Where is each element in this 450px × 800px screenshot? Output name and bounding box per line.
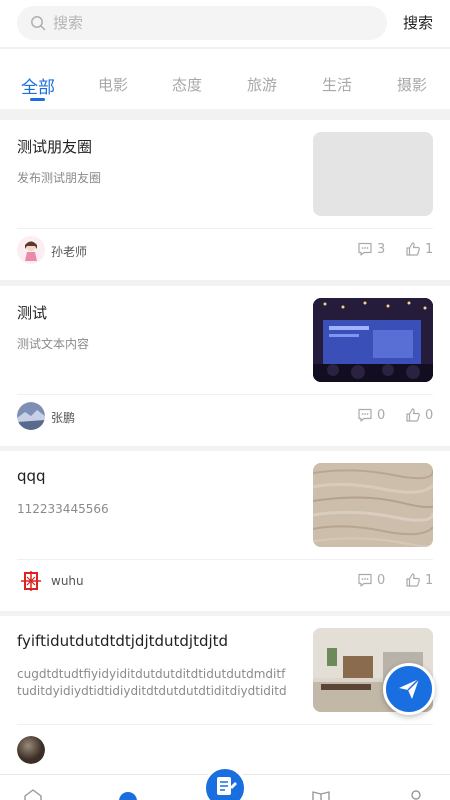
post-thumbnail[interactable] — [313, 298, 433, 382]
comment-count-value: 0 — [377, 408, 386, 423]
comment-icon — [358, 408, 372, 422]
like-count-value: 1 — [425, 242, 434, 257]
create-post-button[interactable] — [203, 766, 247, 800]
tab-photography[interactable]: 摄影 — [397, 74, 427, 95]
comment-count-value: 0 — [377, 573, 386, 588]
comment-icon — [358, 573, 372, 587]
like-icon — [406, 408, 420, 422]
post-description: 发布测试朋友圈 — [17, 171, 102, 185]
avatar[interactable] — [17, 736, 45, 764]
post-description: 测试文本内容 — [17, 337, 90, 351]
post-thumbnail[interactable] — [313, 463, 433, 547]
comment-count-value: 3 — [377, 242, 386, 257]
like-count-value: 0 — [425, 408, 434, 423]
post-card[interactable]: fyiftidutdutdtdtjdjtdutdjtdjtd cugdtdtud… — [0, 616, 450, 774]
post-description: cugdtdtudtfiyidyiditdutdutditdtidutdutdm… — [17, 667, 287, 698]
avatar[interactable] — [17, 402, 45, 430]
divider — [17, 724, 433, 725]
avatar[interactable] — [17, 567, 45, 595]
author-name[interactable]: 孙老师 — [51, 243, 87, 260]
like-icon — [406, 573, 420, 587]
post-title: 测试朋友圈 — [17, 138, 93, 156]
post-card[interactable]: 测试朋友圈 发布测试朋友圈 孙老师 3 1 — [0, 120, 450, 280]
search-icon — [31, 16, 46, 31]
tab-attitude[interactable]: 态度 — [172, 74, 202, 95]
divider — [17, 228, 433, 229]
send-icon — [399, 678, 420, 699]
category-tabs: 全部 电影 态度 旅游 生活 摄影 — [0, 49, 450, 109]
post-description: 112233445566 — [17, 502, 109, 516]
post-title: 测试 — [17, 304, 48, 322]
edit-icon — [217, 777, 237, 795]
publish-fab[interactable] — [383, 663, 435, 715]
divider — [17, 394, 433, 395]
post-title: qqq — [17, 467, 46, 485]
divider — [17, 559, 433, 560]
tab-all[interactable]: 全部 — [21, 73, 55, 98]
discover-icon[interactable] — [118, 789, 138, 800]
search-button[interactable]: 搜索 — [403, 12, 433, 33]
top-bar: 搜索 — [0, 0, 450, 48]
search-input[interactable] — [53, 6, 373, 40]
search-box[interactable] — [17, 6, 387, 40]
tab-travel[interactable]: 旅游 — [247, 74, 277, 95]
user-icon[interactable] — [406, 789, 426, 800]
home-icon[interactable] — [23, 789, 43, 800]
post-card[interactable]: qqq 112233445566 wuhu 0 1 — [0, 451, 450, 611]
author-name[interactable]: 张鹏 — [51, 409, 75, 426]
comment-icon — [358, 242, 372, 256]
active-tab-indicator — [30, 98, 45, 101]
avatar[interactable] — [17, 236, 45, 264]
book-icon[interactable] — [311, 789, 331, 800]
like-count-value: 1 — [425, 573, 434, 588]
author-name[interactable]: wuhu — [51, 574, 84, 588]
post-card[interactable]: 测试 测试文本内容 张鹏 0 0 — [0, 286, 450, 446]
tab-life[interactable]: 生活 — [322, 74, 352, 95]
tab-movie[interactable]: 电影 — [98, 74, 128, 95]
post-title: fyiftidutdutdtdtjdjtdutdjtdjtd — [17, 632, 229, 650]
post-thumbnail[interactable] — [313, 132, 433, 216]
like-icon — [406, 242, 420, 256]
